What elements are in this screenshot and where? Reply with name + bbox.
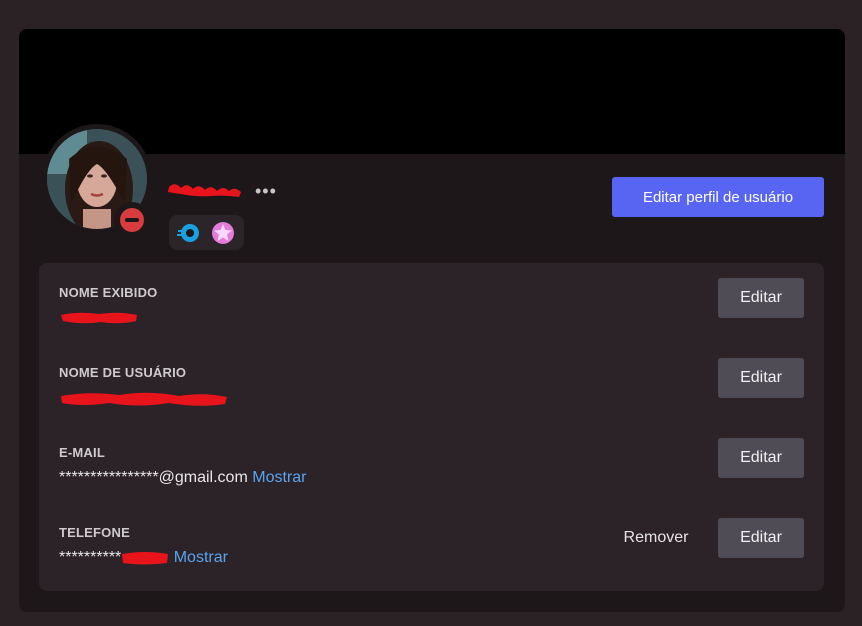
profile-banner: [19, 29, 845, 154]
username-label: NOME DE USUÁRIO: [59, 365, 187, 380]
phone-redacted: [122, 552, 169, 565]
display-name-row: NOME EXIBIDO Editar: [39, 278, 824, 345]
edit-username-button[interactable]: Editar: [718, 358, 804, 398]
username-row: NOME DE USUÁRIO Editar: [39, 358, 824, 425]
do-not-disturb-icon: [120, 208, 144, 232]
username-redacted: [168, 184, 241, 197]
phone-row: TELEFONE ********** Mostrar Remover Edit…: [39, 518, 824, 585]
badge-list: [169, 215, 244, 250]
phone-masked: **********: [59, 549, 122, 567]
email-row: E-MAIL ****************@gmail.com Mostra…: [39, 438, 824, 505]
display-name-redacted: [61, 312, 137, 324]
edit-profile-button[interactable]: Editar perfil de usuário: [612, 177, 824, 217]
phone-value: ********** Mostrar: [59, 549, 228, 567]
phone-label: TELEFONE: [59, 525, 130, 540]
email-masked: ****************@gmail.com: [59, 469, 248, 486]
show-email-link[interactable]: Mostrar: [252, 469, 306, 486]
email-label: E-MAIL: [59, 445, 105, 460]
edit-phone-button[interactable]: Editar: [718, 518, 804, 558]
username-value-redacted: [61, 392, 227, 406]
show-phone-link[interactable]: Mostrar: [174, 549, 228, 566]
more-options-icon[interactable]: •••: [255, 181, 285, 201]
star-badge-icon[interactable]: [211, 221, 235, 245]
email-value: ****************@gmail.com Mostrar: [59, 469, 306, 487]
edit-display-name-button[interactable]: Editar: [718, 278, 804, 318]
account-info-panel: NOME EXIBIDO Editar NOME DE USUÁRIO Edit…: [39, 263, 824, 591]
user-account-card: ••• Editar perfil de usuário NOME EXIBID…: [19, 29, 845, 612]
remove-phone-button[interactable]: Remover: [611, 518, 701, 558]
nitro-boost-icon[interactable]: [177, 221, 201, 245]
status-indicator: [114, 202, 150, 238]
display-name-value: [59, 309, 139, 327]
edit-email-button[interactable]: Editar: [718, 438, 804, 478]
display-name-label: NOME EXIBIDO: [59, 285, 158, 300]
username-value: [59, 389, 229, 409]
